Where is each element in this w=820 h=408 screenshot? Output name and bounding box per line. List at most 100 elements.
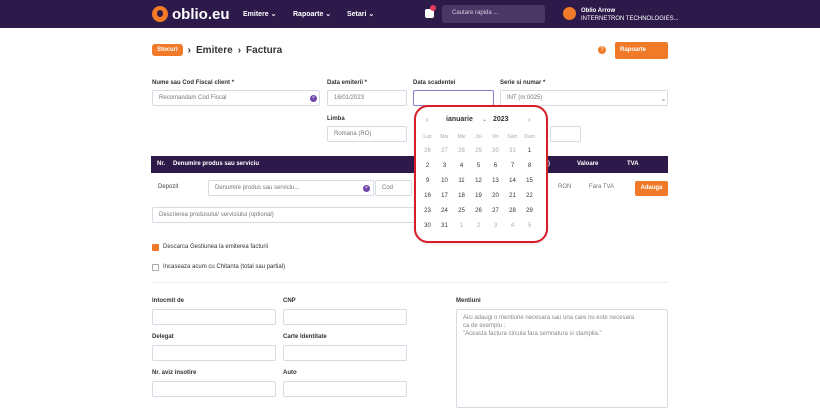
currency-select[interactable]: RON — [552, 180, 577, 196]
calendar-day[interactable]: 4 — [453, 163, 470, 169]
calendar-day[interactable]: 8 — [521, 163, 538, 169]
calendar-day[interactable]: 24 — [436, 208, 453, 214]
calendar-day[interactable]: 28 — [504, 208, 521, 214]
next-month-icon[interactable]: › — [528, 115, 531, 124]
help-icon[interactable]: ? — [598, 46, 606, 54]
chevron-down-icon[interactable]: ⌄ — [660, 94, 667, 103]
user-name: Oblio Arrow — [581, 8, 616, 14]
calendar-day[interactable]: 7 — [504, 163, 521, 169]
calendar-day[interactable]: 15 — [521, 178, 538, 184]
delegate-input[interactable] — [152, 345, 276, 361]
calendar-day[interactable]: 1 — [521, 148, 538, 154]
menu-emitere[interactable]: Emitere ⌄ — [243, 10, 277, 18]
mentions-label: Mentiuni — [456, 298, 481, 304]
car-input[interactable] — [283, 381, 407, 397]
hidden-select[interactable] — [550, 126, 581, 142]
client-input[interactable]: Recomandam Cod Fiscal — [152, 90, 320, 106]
brand-name[interactable]: oblio.eu — [172, 6, 230, 23]
calendar-day[interactable]: 20 — [487, 193, 504, 199]
calendar-day[interactable]: 23 — [419, 208, 436, 214]
oblio-logo-icon[interactable] — [152, 6, 168, 22]
calendar-day[interactable]: 31 — [436, 223, 453, 229]
mentions-textarea[interactable]: Aici adaugi o mentiune necesara sau una … — [456, 309, 668, 408]
calendar-day[interactable]: 5 — [470, 163, 487, 169]
depot-select[interactable]: Depozit — [152, 180, 206, 196]
client-label: Nume sau Cod Fiscal client * — [152, 80, 235, 86]
notice-label: Nr. aviz insotire — [152, 370, 197, 376]
chevron-down-icon[interactable]: ⌄ — [482, 116, 487, 123]
quick-search[interactable]: Cautare rapida ... — [442, 5, 545, 23]
calendar-day[interactable]: 26 — [470, 208, 487, 214]
clear-icon[interactable]: × — [310, 95, 317, 102]
reports-button[interactable]: Rapoarte — [615, 42, 668, 59]
calendar-day[interactable]: 28 — [453, 148, 470, 154]
breadcrumb-separator: › — [237, 44, 242, 56]
calendar-day[interactable]: 29 — [521, 208, 538, 214]
calendar-day[interactable]: 27 — [487, 208, 504, 214]
calendar-day[interactable]: 3 — [436, 163, 453, 169]
calendar-day[interactable]: 14 — [504, 178, 521, 184]
weekday-label: Joi — [475, 134, 482, 140]
id-card-input[interactable] — [283, 345, 407, 361]
menu-setari[interactable]: Setari ⌄ — [347, 10, 374, 18]
calendar-day[interactable]: 13 — [487, 178, 504, 184]
calendar-day[interactable]: 21 — [504, 193, 521, 199]
calendar-day[interactable]: 18 — [453, 193, 470, 199]
vat-select[interactable]: Fara TVA — [583, 180, 631, 196]
calendar-day[interactable]: 1 — [453, 223, 470, 229]
divider — [151, 282, 668, 283]
calendar-day[interactable]: 17 — [436, 193, 453, 199]
calendar-day[interactable]: 6 — [487, 163, 504, 169]
calendar-day[interactable]: 22 — [521, 193, 538, 199]
calendar-day[interactable]: 2 — [419, 163, 436, 169]
calendar-day[interactable]: 3 — [487, 223, 504, 229]
product-header: Denumire produs sau serviciu — [173, 161, 260, 167]
value-header: Valoare — [577, 161, 599, 167]
user-info[interactable]: Oblio Arrow INTERNETRON TECHNOLOGIES... — [581, 7, 679, 23]
clear-icon[interactable]: × — [363, 185, 370, 192]
code-input[interactable]: Cod — [375, 180, 412, 196]
description-input[interactable]: Descrierea produsului/ serviciului (opti… — [152, 207, 415, 223]
calendar-day[interactable]: 16 — [419, 193, 436, 199]
calendar-day[interactable]: 31 — [504, 148, 521, 154]
series-select[interactable]: INT (nr.0025) — [500, 90, 668, 106]
month-select[interactable]: ianuarie — [446, 116, 473, 123]
calendar-day[interactable]: 2 — [470, 223, 487, 229]
calendar-day[interactable]: 9 — [419, 178, 436, 184]
company-name: INTERNETRON TECHNOLOGIES... — [581, 16, 679, 22]
user-avatar-icon[interactable] — [563, 7, 576, 20]
series-label: Serie si numar * — [500, 80, 546, 86]
language-select[interactable]: Romana (RO) — [327, 126, 407, 142]
collect-checkbox[interactable] — [152, 264, 159, 271]
breadcrumb: Stocuri › Emitere › Factura — [152, 44, 282, 56]
calendar-day[interactable]: 19 — [470, 193, 487, 199]
stocuri-button[interactable]: Stocuri — [152, 44, 183, 56]
calendar-day[interactable]: 5 — [521, 223, 538, 229]
date-input[interactable]: 16/01/2023 — [327, 90, 407, 106]
notice-input[interactable] — [152, 381, 276, 397]
discharge-checkbox[interactable] — [152, 244, 159, 251]
calendar-day[interactable]: 25 — [453, 208, 470, 214]
weekday-label: Sâm — [507, 134, 518, 140]
vat-header: TVA — [627, 161, 639, 167]
calendar-day[interactable]: 26 — [419, 148, 436, 154]
calendar-day[interactable]: 10 — [436, 178, 453, 184]
breadcrumb-separator: › — [187, 44, 192, 56]
calendar-day[interactable]: 30 — [487, 148, 504, 154]
menu-rapoarte[interactable]: Rapoarte ⌄ — [293, 10, 331, 18]
previous-month-icon[interactable]: ‹ — [426, 115, 429, 124]
prepared-input[interactable] — [152, 309, 276, 325]
calendar-day[interactable]: 12 — [470, 178, 487, 184]
year-select[interactable]: 2023 — [493, 116, 509, 123]
cnp-input[interactable] — [283, 309, 407, 325]
product-input[interactable]: Denumire produs sau serviciu... — [208, 180, 374, 196]
calendar-day[interactable]: 29 — [470, 148, 487, 154]
calendar-day[interactable]: 11 — [453, 178, 470, 184]
calendar-day[interactable]: 30 — [419, 223, 436, 229]
calendar-day[interactable]: 27 — [436, 148, 453, 154]
breadcrumb-emitere[interactable]: Emitere — [196, 45, 233, 56]
calendar-day[interactable]: 4 — [504, 223, 521, 229]
due-date-input[interactable] — [413, 90, 494, 106]
date-picker: ‹ ianuarie ⌄ 2023 › Lun Mar Mie Joi Vin Sâm Du… — [414, 105, 548, 243]
add-button[interactable]: Adauga — [635, 181, 668, 196]
